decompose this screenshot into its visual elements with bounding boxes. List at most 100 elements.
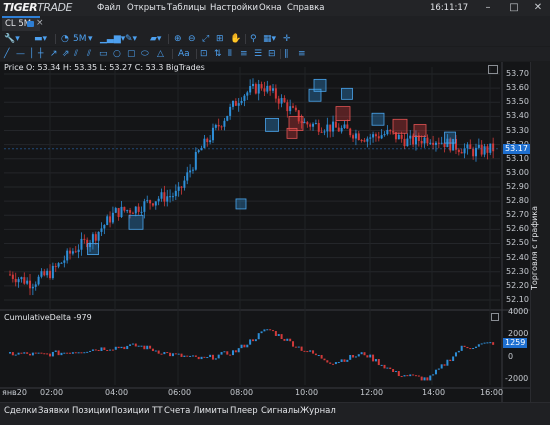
delta-bar [254,339,257,342]
candle-body [217,124,220,127]
ellipse-icon[interactable]: ⬭ [141,48,149,60]
zoom-area-icon[interactable]: ⊞ [216,33,224,45]
list-icon[interactable]: ≡ [298,48,306,60]
candle-body [106,216,109,226]
hand-icon[interactable]: ✋ [230,33,241,45]
delta-bar [106,349,109,351]
candle-body [191,169,194,171]
menu-tables[interactable]: Таблицы [167,3,206,13]
candle-body [169,196,172,198]
tab-positions[interactable]: Позиции [72,406,110,416]
chart-type-icon[interactable]: ▁▃▆▾ [100,33,125,45]
candle-body [120,206,123,217]
candle-body [480,144,483,155]
delta-bar [472,348,475,350]
delta-bar [312,350,315,354]
candle-body [389,129,392,132]
delete-icon[interactable]: ⊟ [268,48,276,60]
brush-icon[interactable]: ✎▾ [125,33,137,45]
triangle-icon[interactable]: △ [157,48,164,60]
wrench-icon[interactable]: 🔧▾ [4,33,20,45]
tab-positions-tt[interactable]: Позиции ТТ [111,406,163,416]
price-label-icon[interactable]: ⊡ [200,48,208,60]
timeframe-chevron-icon[interactable]: ▾ [88,33,93,45]
menu-windows[interactable]: Окна [259,3,282,13]
layers-icon[interactable]: ▰▾ [150,33,161,45]
trend-channel-icon[interactable]: ⫽ [74,48,78,60]
tab-signals[interactable]: Сигналы [261,406,300,416]
measure-icon[interactable]: ⇅ [214,48,222,60]
tab-close-icon[interactable]: × [36,18,44,28]
toolbar-top: 🔧▾ ▬▾ ◔ 5M ▾ ▁▃▆▾ ✎▾ ▰▾ ⊕ ⊖ ⤢ ⊞ ✋ ⚲ ▦▾ ✛ [0,32,550,46]
text-icon[interactable]: Aa [178,48,190,60]
folder-icon[interactable]: ▬▾ [34,33,47,45]
tab-accounts[interactable]: Счета [164,406,190,416]
candle-body [160,192,163,199]
parallel-icon[interactable]: ⫽ [87,48,91,60]
tab-player[interactable]: Плеер [230,406,258,416]
horizontal-volume-icon[interactable]: ≡ [240,48,248,60]
menu-settings[interactable]: Настройки [210,3,258,13]
minimize-icon[interactable]: – [482,2,494,14]
tab-deals[interactable]: Сделки [4,406,37,416]
chart-canvas[interactable] [0,62,550,402]
delta-bar [383,364,386,369]
circle-icon[interactable]: ○ [113,48,121,60]
candle-body [292,106,295,108]
arrow-icon[interactable]: ⇗ [62,48,70,60]
fib-icon[interactable]: ☰ [254,48,262,60]
candle-body [349,128,352,136]
chart-area[interactable] [0,62,550,402]
big-trade-box [335,106,351,121]
delta-bar [266,329,269,331]
delta-bar [346,359,349,362]
delta-bar [392,369,395,373]
hline-icon[interactable]: — [16,48,25,60]
clock-icon[interactable]: ◔ [61,33,69,45]
maximize-panel-icon[interactable] [488,65,498,74]
tab-limits[interactable]: Лимиты [193,406,229,416]
fit-icon[interactable]: ⤢ [202,33,209,45]
zoom-in-icon[interactable]: ⊕ [174,33,182,45]
volume-profile-icon[interactable]: ⫴ [228,48,232,60]
candle-body [17,279,20,283]
candle-body [54,265,57,267]
delta-bar [86,351,89,353]
maximize-icon[interactable]: □ [508,2,520,14]
calendar-icon[interactable]: ▦▾ [263,33,276,45]
menu-file[interactable]: Файл [97,3,120,13]
chart-trading-label[interactable]: Торговля с графика [530,90,539,290]
candle-body [71,251,74,254]
delta-bar [326,360,329,363]
delta-bar [357,354,360,357]
menu-help[interactable]: Справка [287,3,324,13]
price-legend: Price O: 53.34 H: 53.35 L: 53.27 C: 53.3… [4,63,205,72]
delta-bar [377,359,380,366]
clock: 16:11:17 [430,3,469,13]
close-icon[interactable]: ✕ [532,2,544,14]
candle-body [303,122,306,124]
menu-open[interactable]: Открыть [127,3,166,13]
ray-icon[interactable]: ↗ [50,48,58,60]
pointer-icon[interactable]: ╱ [4,48,9,60]
zoom-out-icon[interactable]: ⊖ [188,33,196,45]
candle-body [440,142,443,144]
tab-orders[interactable]: Заявки [38,406,69,416]
vline-icon[interactable]: │ [29,48,34,60]
delta-bar [272,330,275,332]
tab-cl-5m[interactable]: CL 5M × [2,16,44,31]
delta-bar [197,356,200,360]
square-icon[interactable]: ▢ [127,48,136,60]
candle-body [412,135,415,145]
rect-icon[interactable]: ▭ [99,48,108,60]
tab-journal[interactable]: Журнал [300,406,336,416]
magnet-icon[interactable]: ⚲ [250,33,257,45]
delta-bar [180,353,183,357]
pause-icon[interactable]: ∥ [284,48,289,60]
crosshair-icon[interactable]: ✛ [283,33,291,45]
delta-bar [29,353,32,356]
delta-bar [426,377,429,381]
maximize-delta-panel-icon[interactable] [491,313,499,321]
cross-lines-icon[interactable]: ┼ [38,48,43,60]
timeframe-select[interactable]: 5M [73,33,87,45]
